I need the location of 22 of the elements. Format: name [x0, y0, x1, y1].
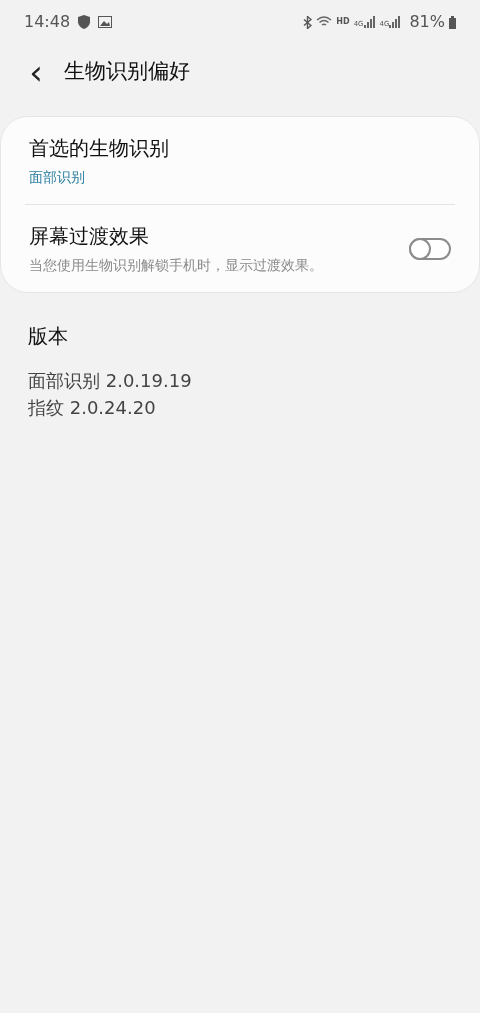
shield-icon: [78, 15, 91, 29]
bluetooth-icon: [303, 15, 313, 29]
version-text: 面部识别 2.0.19.19: [28, 369, 193, 393]
hd-label: HD: [336, 16, 350, 28]
item-title: 首选的生物识别: [29, 135, 170, 162]
signal-icon: [363, 16, 376, 28]
settings-item[interactable]: 屏幕过渡效果 当您使用生物识别解锁手机时，显示过渡效果。: [1, 205, 479, 292]
item-description: 当您使用生物识别解锁手机时，显示过渡效果。: [29, 256, 324, 275]
section-heading: 版本: [28, 323, 69, 350]
version-text: 指纹 2.0.24.20: [28, 396, 157, 420]
battery-level: 81%: [409, 11, 445, 33]
settings-item[interactable]: 首选的生物识别 面部识别: [1, 117, 479, 204]
battery-icon: [449, 15, 456, 29]
status-time: 14:48: [24, 11, 71, 33]
item-title: 屏幕过渡效果: [29, 223, 150, 250]
wifi-icon: [316, 16, 333, 28]
back-button[interactable]: ‹: [24, 55, 48, 89]
toggle-switch[interactable]: [409, 237, 451, 260]
page-title: 生物识别偏好: [64, 58, 190, 86]
signal-icon: [389, 16, 402, 28]
item-value: 面部识别: [29, 168, 86, 187]
image-icon: [98, 16, 113, 28]
